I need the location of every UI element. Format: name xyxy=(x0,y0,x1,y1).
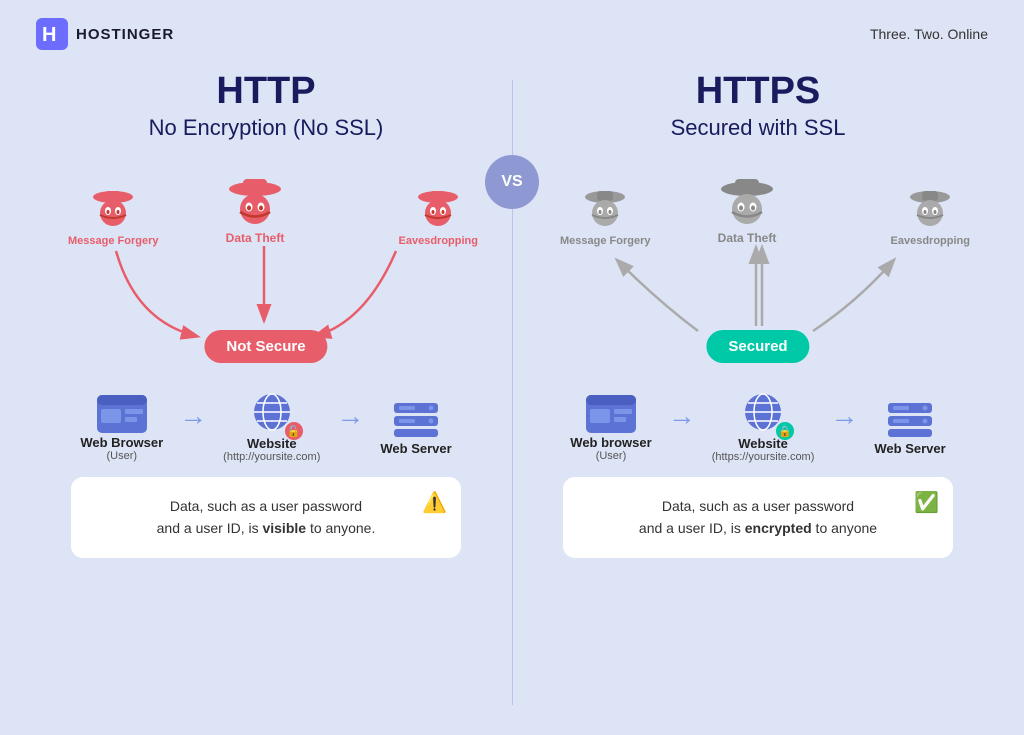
hacker-face-icon-gray-center xyxy=(717,171,777,231)
https-threat-label-right: Eavesdropping xyxy=(891,235,970,247)
https-title: HTTPS xyxy=(696,70,821,113)
https-server: Web Server xyxy=(874,399,945,456)
http-hacker-right: Eavesdropping xyxy=(399,181,478,247)
logo: H HOSTINGER xyxy=(36,18,174,50)
http-hacker-left: Message Forgery xyxy=(68,181,158,247)
http-infra-row: Web Browser (User) → 🔓 xyxy=(80,391,451,463)
https-threats-area: Message Forgery Data Theft xyxy=(522,171,994,391)
hacker-face-icon-gray-right xyxy=(904,181,956,233)
http-threat-label-center: Data Theft xyxy=(226,231,285,245)
https-info-box: ✅ Data, such as a user password and a us… xyxy=(563,477,953,558)
server-icon xyxy=(389,399,443,441)
header: H HOSTINGER Three. Two. Online xyxy=(0,0,1024,60)
http-threats-area: Message Forgery xyxy=(30,171,502,391)
https-browser: Web browser (User) xyxy=(570,393,651,462)
tagline: Three. Two. Online xyxy=(870,26,988,42)
http-subtitle: No Encryption (No SSL) xyxy=(149,115,384,141)
not-secure-badge: Not Secure xyxy=(204,330,327,363)
svg-text:H: H xyxy=(42,24,56,46)
https-threat-label-left: Message Forgery xyxy=(560,235,650,247)
warning-icon: ⚠️ xyxy=(422,487,447,519)
https-panel: HTTPS Secured with SSL xyxy=(512,60,994,680)
https-infra-row: Web browser (User) → 🔒 xyxy=(570,391,945,463)
https-arrow-2: → xyxy=(830,400,858,432)
https-server-icon xyxy=(883,399,937,441)
http-title: HTTP xyxy=(216,70,315,113)
http-threat-label-right: Eavesdropping xyxy=(399,235,478,247)
http-arrow-2: → xyxy=(336,400,364,432)
hacker-face-icon-left xyxy=(87,181,139,233)
https-subtitle: Secured with SSL xyxy=(671,115,846,141)
http-threat-label-left: Message Forgery xyxy=(68,235,158,247)
https-hacker-right: Eavesdropping xyxy=(891,181,970,247)
hostinger-logo-icon: H xyxy=(36,18,68,50)
http-server: Web Server xyxy=(380,399,451,456)
https-threat-label-center: Data Theft xyxy=(718,231,777,245)
logo-text: HOSTINGER xyxy=(76,26,174,43)
check-icon: ✅ xyxy=(914,487,939,519)
browser-icon xyxy=(95,393,149,435)
hacker-face-icon-gray-left xyxy=(579,181,631,233)
https-browser-icon xyxy=(584,393,638,435)
hacker-face-icon-right xyxy=(412,181,464,233)
http-panel: HTTP No Encryption (No SSL) xyxy=(30,60,512,680)
http-info-box: ⚠️ Data, such as a user password and a u… xyxy=(71,477,461,558)
https-website: 🔒 Website (https://yoursite.com) xyxy=(712,391,815,463)
hacker-face-icon-center xyxy=(225,171,285,231)
http-arrow-1: → xyxy=(179,400,207,432)
http-browser: Web Browser (User) xyxy=(80,393,163,462)
https-hacker-center: Data Theft xyxy=(717,171,777,245)
http-hacker-center: Data Theft xyxy=(225,171,285,245)
https-hacker-left: Message Forgery xyxy=(560,181,650,247)
http-website: 🔓 Website (http://yoursite.com) xyxy=(223,391,320,463)
vs-badge: VS xyxy=(485,155,539,209)
secured-badge: Secured xyxy=(706,330,809,363)
https-arrow-1: → xyxy=(668,400,696,432)
